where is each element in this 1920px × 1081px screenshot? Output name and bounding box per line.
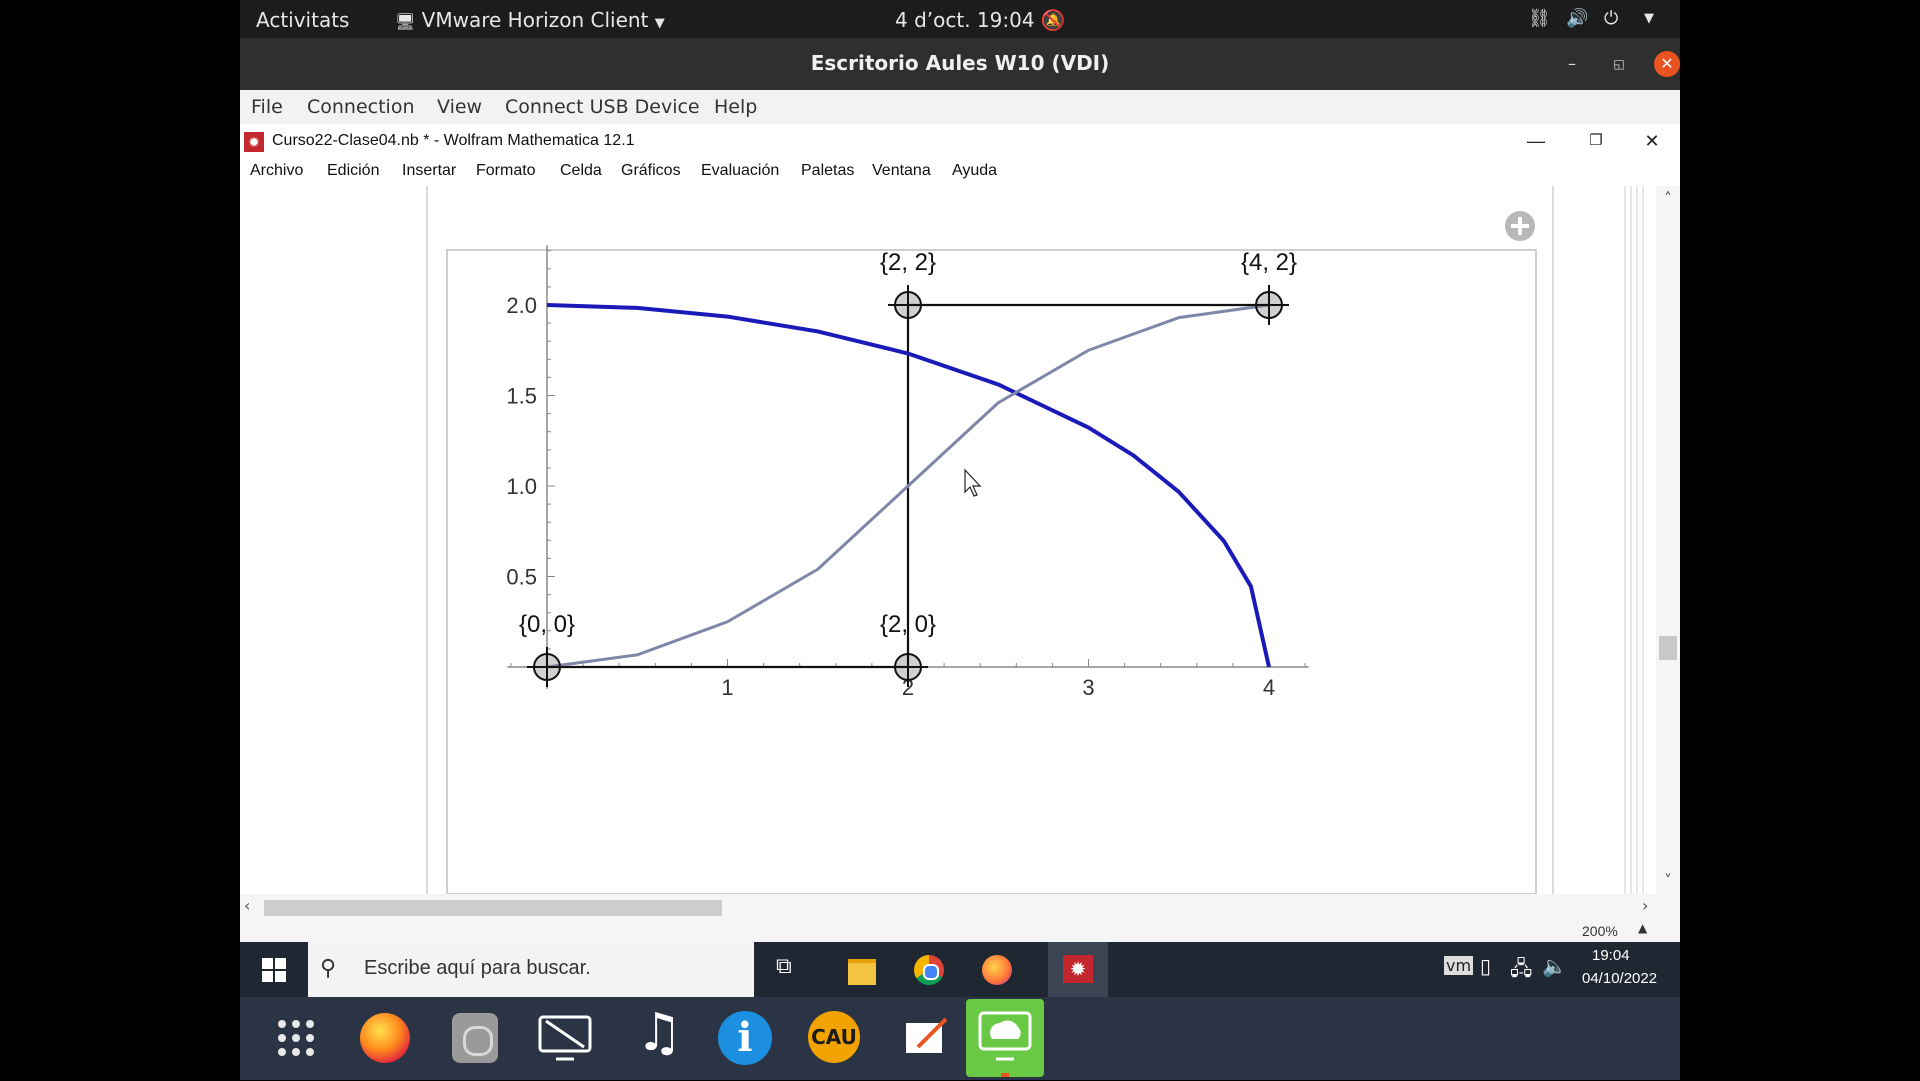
zoom-level[interactable]: 200% bbox=[1582, 923, 1618, 939]
info-dock-icon[interactable]: i bbox=[714, 1007, 776, 1069]
notebook-canvas: 1 2 3 40.51.01.52.0{0, 0} {2, 0}{2, 2} {4, 2}… bbox=[426, 186, 1680, 894]
menu-ventana[interactable]: Ventana bbox=[872, 162, 931, 180]
gnome-dock: ♫ i CAU bbox=[240, 997, 1680, 1080]
mathematica-menu-bar: Archivo Edición Insertar Formato Celda G… bbox=[240, 158, 1680, 186]
y-tick-label: 0.5 bbox=[506, 565, 537, 590]
scroll-left-icon[interactable]: ‹ bbox=[244, 896, 250, 915]
search-icon: ⚲ bbox=[320, 955, 337, 980]
app-menu[interactable]: 🖥 VMware Horizon Client ▼ bbox=[395, 8, 665, 32]
horizon-title-bar: Escritorio Aules W10 (VDI) – ◱ ✕ bbox=[240, 38, 1680, 90]
status-bar: 200% ▲ bbox=[240, 920, 1680, 942]
windows-start-icon[interactable] bbox=[262, 958, 286, 982]
mm-minimize-button[interactable]: — bbox=[1516, 128, 1556, 154]
taskbar-date[interactable]: 04/10/2022 bbox=[1582, 970, 1657, 987]
clock-label: 4 d’oct. 19:04 bbox=[895, 8, 1035, 32]
menu-connection[interactable]: Connection bbox=[307, 96, 415, 118]
network-icon[interactable]: ⛓ bbox=[1528, 8, 1551, 29]
firefox-dock-icon[interactable] bbox=[354, 1007, 416, 1069]
disc-dock-icon[interactable] bbox=[444, 1007, 506, 1069]
remote-desktop: ✹ Curso22-Clase04.nb * - Wolfram Mathema… bbox=[240, 124, 1680, 942]
horizontal-scrollbar[interactable]: ‹ › bbox=[240, 894, 1680, 920]
chrome-icon[interactable] bbox=[914, 955, 944, 985]
scroll-down-icon[interactable]: ˅ bbox=[1664, 871, 1672, 890]
menu-file[interactable]: File bbox=[251, 96, 283, 118]
restore-button[interactable]: ◱ bbox=[1606, 51, 1632, 77]
horizontal-scroll-thumb[interactable] bbox=[264, 900, 722, 916]
task-view-icon[interactable]: ⧉ bbox=[776, 954, 792, 979]
volume-icon[interactable]: 🔊 bbox=[1566, 8, 1588, 29]
x-tick-label: 1 bbox=[721, 675, 733, 700]
volume-tray-icon[interactable]: 🔈 bbox=[1542, 954, 1567, 978]
y-tick-label: 1.0 bbox=[506, 474, 537, 499]
windows-taskbar: ⚲ Escribe aquí para buscar. ⧉ ✹ vm ▯ 🖧 🔈… bbox=[240, 942, 1680, 1000]
menu-formato[interactable]: Formato bbox=[476, 162, 536, 180]
network-tray-icon[interactable]: 🖧 bbox=[1510, 954, 1532, 988]
remote-desktop-dock-icon[interactable] bbox=[534, 1007, 596, 1069]
menu-view[interactable]: View bbox=[437, 96, 482, 118]
vmware-tray-icon[interactable]: vm bbox=[1444, 956, 1474, 975]
point-label: {2, 2} bbox=[880, 249, 936, 276]
horizon-dock-icon[interactable] bbox=[966, 999, 1044, 1077]
scroll-right-icon[interactable]: › bbox=[1642, 896, 1648, 915]
mathematica-taskbar-button[interactable]: ✹ bbox=[1048, 942, 1108, 1000]
point-label: {4, 2} bbox=[1241, 249, 1297, 276]
menu-graficos[interactable]: Gráficos bbox=[621, 162, 681, 180]
mathematica-title-bar: ✹ Curso22-Clase04.nb * - Wolfram Mathema… bbox=[240, 124, 1680, 158]
point-label: {2, 0} bbox=[880, 611, 936, 638]
menu-celda[interactable]: Celda bbox=[560, 162, 602, 180]
search-placeholder: Escribe aquí para buscar. bbox=[364, 957, 591, 979]
taskbar-time[interactable]: 19:04 bbox=[1592, 947, 1630, 964]
power-icon[interactable]: ⏻ bbox=[1604, 8, 1618, 29]
menu-evaluacion[interactable]: Evaluación bbox=[701, 162, 779, 180]
bell-off-icon: 🔕 bbox=[1040, 8, 1066, 32]
mm-restore-button[interactable]: ❐ bbox=[1576, 128, 1616, 154]
clock[interactable]: 4 d’oct. 19:04 🔕 bbox=[895, 8, 1066, 32]
scroll-up-icon[interactable]: ˄ bbox=[1664, 189, 1672, 208]
gnome-top-bar: Activitats 🖥 VMware Horizon Client ▼ 4 d… bbox=[240, 0, 1680, 38]
y-tick-label: 1.5 bbox=[506, 384, 537, 409]
minimize-button[interactable]: – bbox=[1559, 51, 1585, 77]
menu-connect-usb[interactable]: Connect USB Device bbox=[505, 96, 700, 118]
menu-paletas[interactable]: Paletas bbox=[801, 162, 854, 180]
chevron-down-icon: ▼ bbox=[654, 16, 665, 31]
cau-dock-icon[interactable]: CAU bbox=[804, 1007, 866, 1069]
mm-close-button[interactable]: ✕ bbox=[1632, 128, 1672, 154]
menu-insertar[interactable]: Insertar bbox=[402, 162, 456, 180]
horizon-menu-bar: File Connection View Connect USB Device … bbox=[240, 90, 1680, 124]
monitor-icon: 🖥 bbox=[395, 12, 416, 31]
y-tick-label: 2.0 bbox=[506, 293, 537, 318]
file-explorer-icon[interactable] bbox=[848, 959, 876, 985]
mathematica-logo-icon: ✹ bbox=[244, 132, 264, 152]
zoom-up-icon[interactable]: ▲ bbox=[1638, 921, 1647, 935]
music-dock-icon[interactable]: ♫ bbox=[624, 1003, 686, 1069]
point-label: {0, 0} bbox=[519, 611, 575, 638]
app-menu-label: VMware Horizon Client bbox=[421, 8, 649, 32]
menu-edicion[interactable]: Edición bbox=[327, 162, 379, 180]
vertical-scroll-thumb[interactable] bbox=[1659, 636, 1677, 660]
activities-button[interactable]: Activitats bbox=[256, 8, 349, 32]
mathematica-icon: ✹ bbox=[1063, 955, 1093, 983]
notebook-area[interactable]: 1 2 3 4 0.5 1.0 1.5 2.0 {0, 0} {2, 0} {2, 2} {4, 2}… bbox=[240, 186, 1680, 894]
edit-dock-icon[interactable] bbox=[894, 1007, 956, 1069]
x-tick-label: 4 bbox=[1263, 675, 1275, 700]
notebook-title: Curso22-Clase04.nb * - Wolfram Mathemati… bbox=[272, 132, 635, 149]
firefox-icon[interactable] bbox=[982, 955, 1012, 985]
menu-help[interactable]: Help bbox=[714, 96, 757, 118]
close-button[interactable]: ✕ bbox=[1654, 51, 1680, 77]
window-title: Escritorio Aules W10 (VDI) bbox=[810, 51, 1110, 75]
usb-tray-icon[interactable]: ▯ bbox=[1480, 954, 1491, 978]
menu-archivo[interactable]: Archivo bbox=[250, 162, 303, 180]
taskbar-search-box[interactable]: ⚲ Escribe aquí para buscar. bbox=[308, 942, 754, 997]
menu-ayuda[interactable]: Ayuda bbox=[952, 162, 997, 180]
show-apps-icon[interactable] bbox=[265, 1007, 327, 1069]
system-menu-chevron-icon[interactable]: ▼ bbox=[1644, 11, 1654, 26]
x-tick-label: 3 bbox=[1082, 675, 1094, 700]
